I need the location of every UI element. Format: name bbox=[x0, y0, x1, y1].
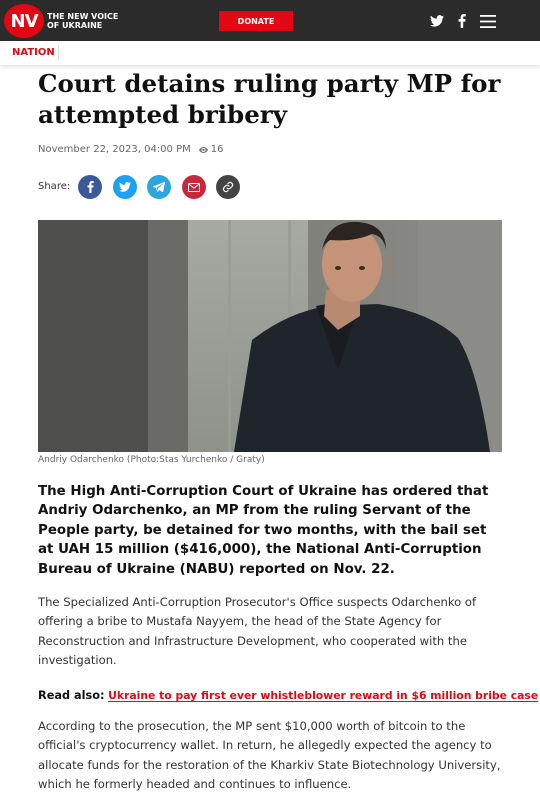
menu-icon[interactable] bbox=[480, 13, 496, 29]
read-also-label: Read also: bbox=[38, 689, 105, 702]
view-count: 16 bbox=[198, 144, 224, 155]
logo-line-1: THE NEW VOICE bbox=[47, 12, 119, 21]
read-also-link[interactable]: Ukraine to pay first ever whistleblower … bbox=[108, 689, 538, 702]
article-photo bbox=[38, 220, 502, 452]
twitter-icon bbox=[119, 182, 131, 192]
view-count-value: 16 bbox=[210, 144, 224, 155]
email-icon bbox=[188, 182, 200, 192]
article-meta: November 22, 2023, 04:00 PM 16 bbox=[38, 144, 223, 155]
share-copy-link-button[interactable] bbox=[216, 175, 240, 199]
section-link-nation[interactable]: NATION bbox=[12, 47, 55, 58]
article-title: Court detains ruling party MP for attemp… bbox=[38, 69, 501, 129]
twitter-icon[interactable] bbox=[429, 13, 445, 29]
article-paragraph-2: According to the prosecution, the MP sen… bbox=[38, 719, 501, 792]
logo-wordmark[interactable]: THE NEW VOICE OF UKRAINE bbox=[47, 12, 118, 30]
logo-line-2: OF UKRAINE bbox=[47, 21, 103, 30]
telegram-icon bbox=[153, 182, 165, 192]
share-facebook-button[interactable] bbox=[78, 175, 102, 199]
photo-caption: Andriy Odarchenko (Photo:Stas Yurchenko … bbox=[38, 455, 265, 465]
article-paragraph-1: The Specialized Anti-Corruption Prosecut… bbox=[38, 595, 477, 668]
copy-link-icon bbox=[222, 181, 234, 193]
section-bar: NATION bbox=[0, 41, 540, 65]
article-lead: The High Anti-Corruption Court of Ukrain… bbox=[38, 484, 489, 577]
photo-illustration bbox=[38, 220, 502, 452]
section-divider bbox=[58, 46, 59, 60]
donate-button[interactable]: DONATE bbox=[219, 11, 293, 31]
share-label: Share: bbox=[38, 181, 71, 192]
nv-logo[interactable]: NV bbox=[4, 4, 44, 38]
share-twitter-button[interactable] bbox=[113, 175, 137, 199]
share-email-button[interactable] bbox=[182, 175, 206, 199]
eye-icon bbox=[198, 146, 208, 153]
site-header: NV THE NEW VOICE OF UKRAINE DONATE bbox=[0, 0, 540, 41]
publish-date: November 22, 2023, 04:00 PM bbox=[38, 144, 191, 155]
facebook-icon[interactable] bbox=[454, 13, 470, 29]
read-also: Read also: Ukraine to pay first ever whi… bbox=[38, 689, 538, 702]
facebook-icon bbox=[87, 181, 94, 193]
share-telegram-button[interactable] bbox=[147, 175, 171, 199]
